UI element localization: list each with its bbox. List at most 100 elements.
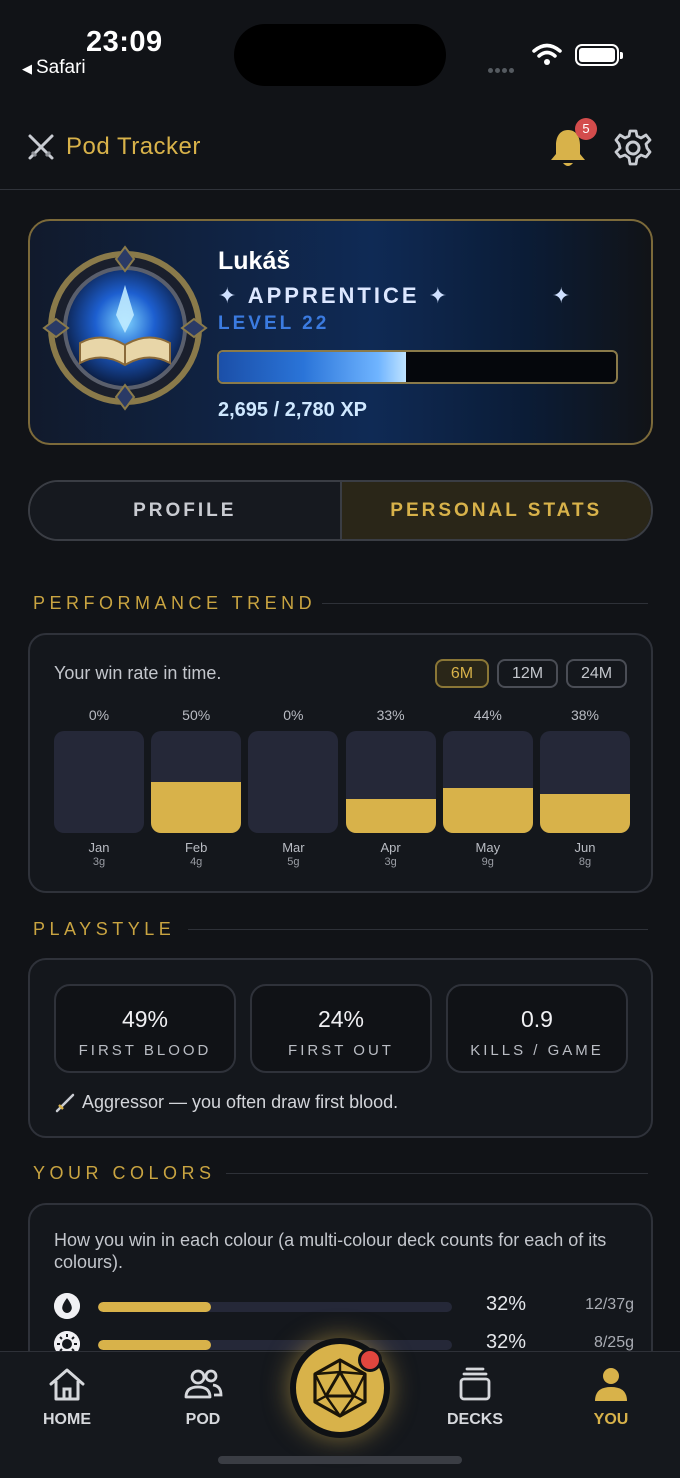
chart-data-label: 44% xyxy=(473,707,502,723)
sparkle-icon: ✦ xyxy=(552,283,571,308)
bottom-navigation: HOME POD DECKS YOU xyxy=(0,1338,680,1478)
playstyle-card: 49% FIRST BLOOD 24% FIRST OUT 0.9 KILLS … xyxy=(28,958,653,1138)
nav-pod-label: POD xyxy=(185,1411,221,1428)
section-divider xyxy=(226,1173,648,1174)
nav-home-label: HOME xyxy=(43,1411,91,1428)
chart-bar xyxy=(151,782,242,833)
chart-tick-label: Jun xyxy=(574,840,596,855)
chart-tick-label: Apr xyxy=(380,840,401,855)
stat-value: 24% xyxy=(317,1006,365,1032)
stat-kills-per-game: 0.9 KILLS / GAME xyxy=(446,984,628,1073)
user-icon xyxy=(595,1368,627,1401)
chart-bar xyxy=(442,788,533,833)
color-games: 12/37g xyxy=(585,1296,634,1313)
chart-tick-label: May xyxy=(475,840,501,855)
range-24m-button[interactable]: 24M xyxy=(566,659,627,688)
color-win-bar xyxy=(98,1302,452,1312)
your-colors-heading: YOUR COLORS xyxy=(33,1163,216,1183)
stat-label: KILLS / GAME xyxy=(470,1042,604,1059)
chart-games-count: 8g xyxy=(578,856,592,868)
chart-tick-label: Mar xyxy=(282,840,305,855)
chart-tick-label: Jan xyxy=(88,840,110,855)
xp-progress-bar xyxy=(217,350,618,384)
dynamic-island xyxy=(234,24,446,86)
rank-emblem-icon xyxy=(42,245,208,411)
nav-decks-label: DECKS xyxy=(446,1411,503,1428)
chart-data-label: 0% xyxy=(283,707,304,723)
range-12m-button[interactable]: 12M xyxy=(497,659,558,688)
stat-first-blood: 49% FIRST BLOOD xyxy=(54,984,236,1073)
chart-data-label: 38% xyxy=(570,707,600,723)
back-arrow-icon: ◀ xyxy=(22,61,32,76)
home-indicator xyxy=(218,1456,462,1464)
performance-subtitle: Your win rate in time. xyxy=(54,663,222,683)
performance-trend-heading: PERFORMANCE TREND xyxy=(33,593,317,613)
nav-you[interactable]: YOU xyxy=(556,1366,666,1429)
rank-title: ✦ APPRENTICE ✦ xyxy=(218,283,450,309)
app-header: Pod Tracker xyxy=(0,100,680,190)
color-win-bar-fill xyxy=(98,1302,212,1312)
profile-card: Lukáš ✦ APPRENTICE ✦ ✦ LEVEL 22 2,695 / … xyxy=(28,219,653,445)
tab-personal-stats[interactable]: PERSONAL STATS xyxy=(339,482,651,539)
player-name: Lukáš xyxy=(218,247,291,275)
play-notification-dot xyxy=(358,1348,382,1372)
stat-label: FIRST OUT xyxy=(288,1042,394,1059)
xp-progress-fill xyxy=(219,352,406,382)
xp-text: 2,695 / 2,780 XP xyxy=(218,399,368,421)
crossed-swords-icon xyxy=(28,134,54,160)
sparkle-icon: ✦ xyxy=(218,283,240,308)
chart-data-label: 0% xyxy=(88,707,110,723)
stat-value: 0.9 xyxy=(521,1006,553,1032)
chart-games-count: 4g xyxy=(190,856,203,868)
chart-games-count: 3g xyxy=(92,856,106,868)
wifi-icon xyxy=(532,43,562,65)
tab-profile[interactable]: PROFILE xyxy=(30,482,340,539)
stat-first-out: 24% FIRST OUT xyxy=(250,984,432,1073)
chart-bar-track xyxy=(54,731,144,833)
status-bar: 23:09 ◀ Safari xyxy=(0,0,680,100)
status-time: 23:09 xyxy=(86,26,163,58)
player-level: LEVEL 22 xyxy=(218,313,330,334)
rank-label: APPRENTICE xyxy=(247,283,420,308)
playstyle-archetype: Aggressor — you often draw first blood. xyxy=(54,1092,398,1114)
range-selector: 6M 12M 24M xyxy=(435,659,627,688)
back-app-label: Safari xyxy=(36,57,86,78)
nav-decks[interactable]: DECKS xyxy=(420,1366,530,1429)
chart-games-count: 9g xyxy=(481,856,494,868)
stat-value: 49% xyxy=(121,1006,169,1032)
dagger-icon xyxy=(55,1094,75,1113)
cellular-signal-icon xyxy=(488,60,516,78)
chart-games-count: 5g xyxy=(287,856,300,868)
chart-data-label: 50% xyxy=(182,707,211,723)
home-icon xyxy=(49,1368,85,1401)
chart-bar-track xyxy=(151,731,242,833)
chart-bar-track xyxy=(345,731,436,833)
chart-bar-track xyxy=(442,731,533,833)
app-title: Pod Tracker xyxy=(66,133,201,160)
color-win-bar xyxy=(98,1340,452,1350)
section-divider xyxy=(188,929,648,930)
color-row: 32% 12/37g xyxy=(54,1291,634,1321)
chart-bar-track xyxy=(540,731,630,833)
decks-icon xyxy=(459,1367,491,1401)
colors-subtitle: How you win in each colour (a multi-colo… xyxy=(54,1230,607,1272)
archetype-text: Aggressor — you often draw first blood. xyxy=(82,1092,399,1112)
chart-data-label: 33% xyxy=(376,707,405,723)
sparkle-icon: ✦ xyxy=(428,283,451,308)
nav-home[interactable]: HOME xyxy=(12,1366,122,1429)
playstyle-heading: PLAYSTYLE xyxy=(33,919,176,939)
range-6m-button[interactable]: 6M xyxy=(435,659,489,688)
chart-bar-track xyxy=(248,731,339,833)
section-divider xyxy=(322,603,648,604)
chart-games-count: 3g xyxy=(384,856,397,868)
back-to-app-link[interactable]: ◀ Safari xyxy=(22,57,86,79)
battery-icon xyxy=(575,44,623,66)
chart-bar xyxy=(345,799,436,833)
water-drop-icon xyxy=(54,1293,80,1319)
chart-bar xyxy=(540,794,630,833)
chart-tick-label: Feb xyxy=(184,840,208,855)
settings-gear-icon[interactable] xyxy=(613,128,653,168)
color-win-bar-fill xyxy=(98,1340,212,1350)
nav-pod[interactable]: POD xyxy=(148,1366,258,1429)
stat-label: FIRST BLOOD xyxy=(78,1042,212,1059)
